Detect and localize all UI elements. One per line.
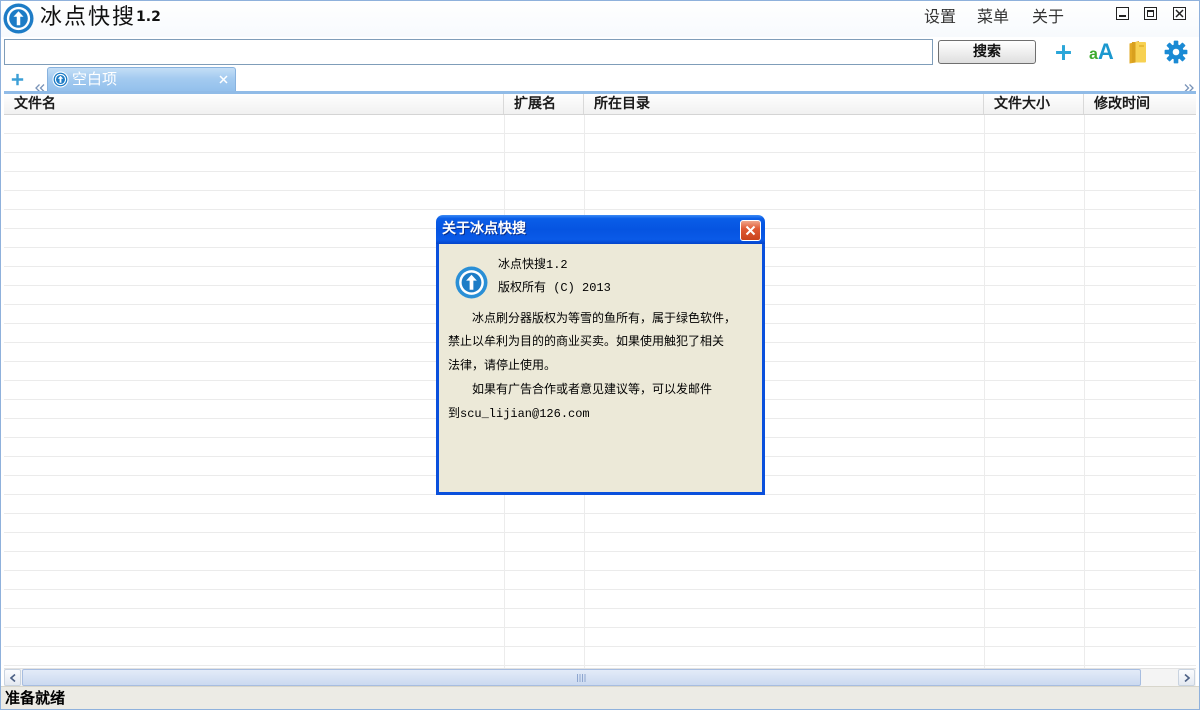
close-icon xyxy=(745,225,756,236)
menu-about[interactable]: 关于 xyxy=(1032,6,1064,28)
search-input[interactable] xyxy=(4,39,933,65)
search-button[interactable]: 搜索 xyxy=(938,40,1036,64)
about-app-name: 冰点快搜1.2 xyxy=(498,258,568,272)
scrollbar-thumb[interactable] xyxy=(22,669,1141,686)
about-dialog-close-button[interactable] xyxy=(740,220,761,241)
close-icon xyxy=(1173,7,1186,20)
status-bar: 准备就绪 xyxy=(1,686,1199,709)
about-text-line: 法律，请停止使用。 xyxy=(448,359,557,373)
plus-icon xyxy=(1056,45,1071,60)
about-text-line: 如果有广告合作或者意见建议等，可以发邮件 xyxy=(472,383,713,397)
tab-blank-item[interactable]: 空白项 xyxy=(47,67,236,91)
tab-close-icon xyxy=(219,75,228,84)
font-size-icon-large: A xyxy=(1097,39,1114,64)
chevron-right-icon xyxy=(1184,674,1190,682)
scroll-right-button[interactable] xyxy=(1178,669,1195,686)
scroll-left-button[interactable] xyxy=(4,669,21,686)
about-dialog: 关于冰点快搜 冰点快搜1.2 版权所有 (C) 2013 冰点刷分器版权为等雪的… xyxy=(436,215,765,495)
column-header-directory[interactable]: 所在目录 xyxy=(584,94,984,114)
about-copyright: 版权所有 (C) 2013 xyxy=(498,281,611,295)
minimize-button[interactable] xyxy=(1116,7,1129,20)
maximize-button[interactable] xyxy=(1144,7,1157,20)
app-window: 冰点快搜1.2 设置 菜单 关于 搜索 aA 空白项 文件名 扩展名 所在目录 … xyxy=(0,0,1200,710)
add-button[interactable] xyxy=(1055,44,1072,61)
about-text-line: 冰点刷分器版权为等雪的鱼所有，属于绿色软件， xyxy=(472,312,737,326)
tab-close-button[interactable] xyxy=(219,75,228,84)
folder-icon xyxy=(1129,41,1146,64)
maximize-icon xyxy=(1144,7,1157,20)
column-header-modified[interactable]: 修改时间 xyxy=(1084,94,1196,114)
app-title: 冰点快搜1.2 xyxy=(40,2,161,32)
font-size-icon-small: a xyxy=(1089,46,1098,63)
menu-main[interactable]: 菜单 xyxy=(977,6,1009,28)
tab-label: 空白项 xyxy=(72,70,118,88)
column-divider xyxy=(1084,115,1085,668)
gear-icon xyxy=(1164,40,1188,64)
menu-settings[interactable]: 设置 xyxy=(924,6,956,28)
settings-button[interactable] xyxy=(1164,40,1188,64)
app-title-version: 1.2 xyxy=(136,9,161,25)
column-header-filename[interactable]: 文件名 xyxy=(4,94,504,114)
plus-icon xyxy=(11,73,24,86)
about-dialog-title: 关于冰点快搜 xyxy=(442,221,526,237)
app-logo-icon xyxy=(455,266,488,299)
about-dialog-titlebar[interactable]: 关于冰点快搜 xyxy=(436,215,765,244)
about-text-line: 禁止以牟利为目的的商业买卖。如果使用触犯了相关 xyxy=(448,335,725,349)
column-header-extension[interactable]: 扩展名 xyxy=(504,94,584,114)
grip-icon xyxy=(576,674,586,682)
minimize-icon xyxy=(1116,7,1129,20)
tab-scroll-right-button[interactable] xyxy=(1184,77,1194,92)
chevron-left-icon xyxy=(10,674,16,682)
app-logo-icon xyxy=(3,3,34,34)
tab-scroll-left-button[interactable] xyxy=(35,77,45,92)
horizontal-scrollbar[interactable] xyxy=(4,668,1196,686)
column-header-size[interactable]: 文件大小 xyxy=(984,94,1084,114)
font-size-button[interactable]: aA xyxy=(1089,39,1114,65)
open-folder-button[interactable] xyxy=(1128,40,1148,64)
app-title-name: 冰点快搜 xyxy=(40,5,137,30)
app-logo-icon xyxy=(52,71,69,88)
add-tab-button[interactable] xyxy=(11,73,24,86)
about-contact-email: 到scu_lijian@126.com xyxy=(448,407,590,421)
title-bar[interactable]: 冰点快搜1.2 设置 菜单 关于 xyxy=(1,1,1199,37)
status-text: 准备就绪 xyxy=(5,689,66,707)
window-close-button[interactable] xyxy=(1173,7,1186,20)
file-list-header: 文件名 扩展名 所在目录 文件大小 修改时间 xyxy=(4,94,1196,115)
column-divider xyxy=(984,115,985,668)
